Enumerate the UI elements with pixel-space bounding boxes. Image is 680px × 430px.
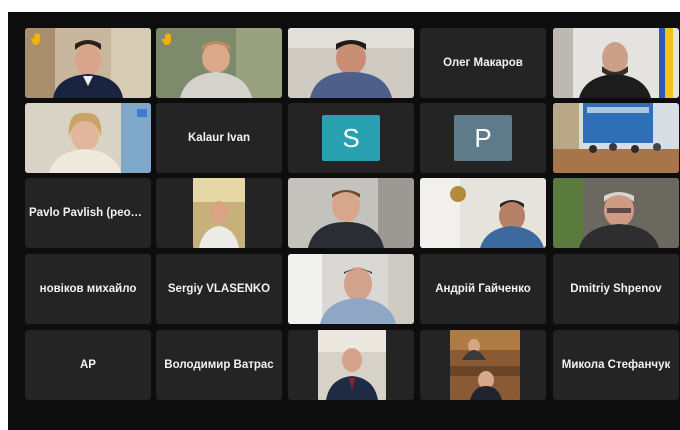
- participant-name: Володимир Ватрас: [164, 359, 274, 371]
- participant-video: [553, 103, 679, 173]
- participant-tile-25[interactable]: Микола Стефанчук: [553, 330, 679, 400]
- participant-tile-2[interactable]: [156, 28, 282, 98]
- participant-tile-9[interactable]: P: [420, 103, 546, 173]
- participant-tile-23[interactable]: [288, 330, 414, 400]
- participant-video: [288, 28, 414, 98]
- meeting-window: Олег Макаров Kalaur Ivan S P Pavlo Pavli…: [8, 12, 680, 430]
- participant-video: [288, 254, 414, 324]
- participant-name: Kalaur Ivan: [188, 132, 250, 144]
- participant-name: Олег Макаров: [443, 57, 523, 69]
- participant-tile-20[interactable]: Dmitriy Shpenov: [553, 254, 679, 324]
- participant-tile-6[interactable]: [25, 103, 151, 173]
- participant-tile-8[interactable]: S: [288, 103, 414, 173]
- participant-tile-4[interactable]: Олег Макаров: [420, 28, 546, 98]
- participant-video: [553, 28, 679, 98]
- participant-tile-12[interactable]: [156, 178, 282, 248]
- participant-video: [288, 178, 414, 248]
- participant-tile-21[interactable]: AP: [25, 330, 151, 400]
- participant-tile-13[interactable]: [288, 178, 414, 248]
- participant-avatar: S: [322, 115, 380, 161]
- participant-tile-17[interactable]: Sergiy VLASENKO: [156, 254, 282, 324]
- participant-name: Sergiy VLASENKO: [167, 283, 271, 295]
- participant-video: [420, 178, 546, 248]
- participant-avatar: P: [454, 115, 512, 161]
- participant-tile-10[interactable]: [553, 103, 679, 173]
- participant-video: [450, 330, 520, 400]
- participant-video: [318, 330, 386, 400]
- participant-video: [25, 103, 151, 173]
- participant-tile-16[interactable]: новіков михайло: [25, 254, 151, 324]
- participant-tile-15-active-speaker[interactable]: [553, 178, 679, 248]
- participant-tile-7[interactable]: Kalaur Ivan: [156, 103, 282, 173]
- participant-tile-19[interactable]: Андрій Гайченко: [420, 254, 546, 324]
- participant-name: новіков михайло: [39, 283, 137, 295]
- raised-hand-icon: [30, 32, 44, 46]
- participant-tile-24[interactable]: [420, 330, 546, 400]
- participant-name: Микола Стефанчук: [561, 359, 671, 371]
- participant-tile-11[interactable]: Pavlo Pavlish (реод...: [25, 178, 151, 248]
- participant-tile-1[interactable]: [25, 28, 151, 98]
- participant-video: [193, 178, 245, 248]
- participant-name: Pavlo Pavlish (реод...: [29, 207, 148, 219]
- participant-tile-5[interactable]: [553, 28, 679, 98]
- raised-hand-icon: [161, 32, 175, 46]
- participant-tile-14[interactable]: [420, 178, 546, 248]
- participant-name: Андрій Гайченко: [435, 283, 531, 295]
- participant-name: Dmitriy Shpenov: [570, 283, 662, 295]
- participant-tile-18[interactable]: [288, 254, 414, 324]
- participant-tile-3[interactable]: [288, 28, 414, 98]
- participant-tile-22[interactable]: Володимир Ватрас: [156, 330, 282, 400]
- participant-video: [553, 178, 679, 248]
- participant-name: AP: [80, 359, 96, 371]
